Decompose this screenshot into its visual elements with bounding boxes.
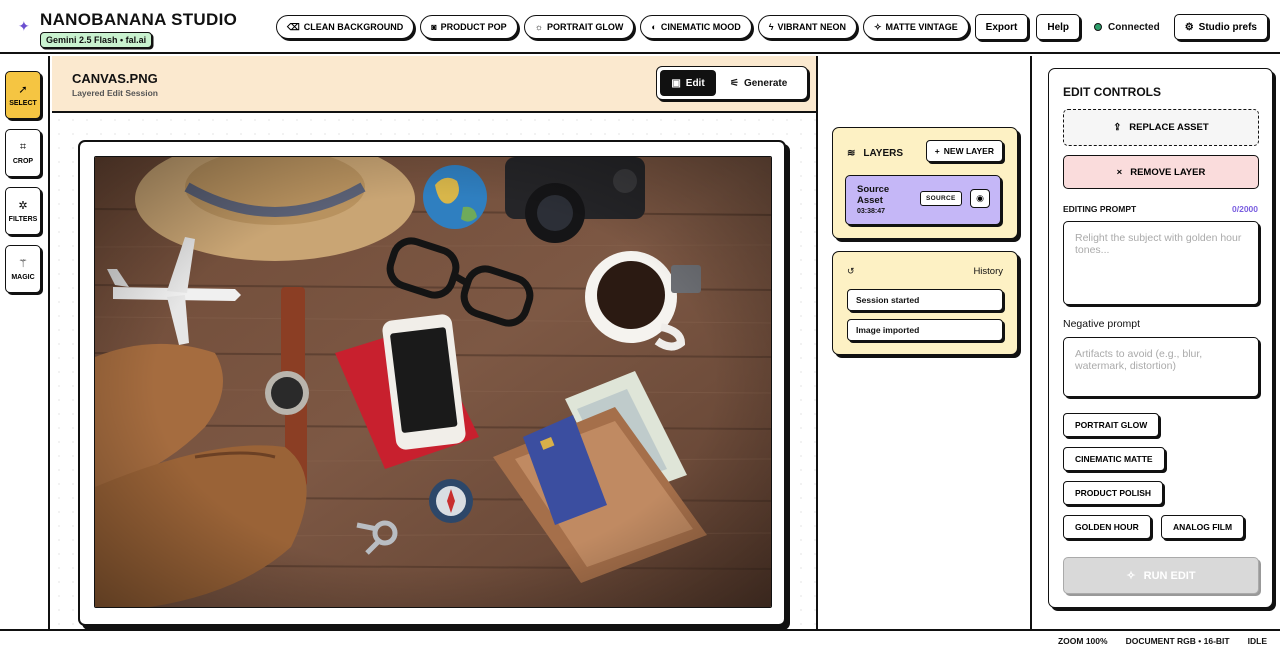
canvas-header: CANVAS.PNG Layered Edit Session ▣ Edit ⚟ G… xyxy=(52,56,816,113)
palette-icon: ◐ xyxy=(651,22,657,32)
editing-prompt-label: EDITING PROMPT xyxy=(1063,204,1137,214)
bolt-icon: ϟ xyxy=(768,22,774,32)
export-button[interactable]: Export xyxy=(974,14,1029,40)
preset-matte-vintage[interactable]: ✧ MATTE VINTAGE xyxy=(862,15,969,39)
sliders-icon: ⚙ xyxy=(1184,21,1194,33)
quick-preset-cinematic-matte[interactable]: CINEMATIC MATTE xyxy=(1063,447,1165,471)
prompt-char-count: 0/2000 xyxy=(1232,204,1258,214)
status-dot-icon xyxy=(1094,23,1103,31)
edit-controls-title: EDIT CONTROLS xyxy=(1063,85,1161,99)
canvas-image[interactable] xyxy=(94,156,772,608)
crop-icon: ⌗ xyxy=(19,141,27,153)
travel-flatlay-image xyxy=(95,157,771,607)
status-bar: ZOOM 100% DOCUMENT RGB • 16-BIT IDLE xyxy=(0,629,1280,651)
quick-preset-golden-hour[interactable]: GOLDEN HOUR xyxy=(1063,515,1151,539)
layers-panel: ≋ LAYERS + NEW LAYER Source Asset 03:38:4… xyxy=(832,127,1018,239)
tool-magic[interactable]: ⚚ MAGIC xyxy=(5,245,41,293)
layer-name: Source Asset xyxy=(857,184,890,206)
eraser-icon: ⌫ xyxy=(287,21,300,32)
model-badge: Gemini 2.5 Flash • fal.ai xyxy=(40,32,153,48)
mode-generate-button[interactable]: ⚟ Generate xyxy=(720,70,797,96)
app-state: IDLE xyxy=(1247,636,1267,646)
filters-icon: ✲ xyxy=(18,200,28,212)
brand: ✦ NANOBANANA STUDIO Gemini 2.5 Flash • f… xyxy=(18,10,237,48)
connection-status: Connected xyxy=(1094,22,1160,33)
sparkle-icon: ✦ xyxy=(18,18,30,34)
canvas-column: CANVAS.PNG Layered Edit Session ▣ Edit ⚟ G… xyxy=(52,56,816,629)
negative-prompt-label: Negative prompt xyxy=(1063,318,1141,330)
layers-icon: ≋ xyxy=(847,148,856,159)
negative-prompt-input[interactable]: Artifacts to avoid (e.g., blur, watermar… xyxy=(1063,337,1259,397)
file-title: CANVAS.PNG xyxy=(72,71,158,86)
wand-icon: ⚟ xyxy=(730,77,739,89)
layer-timestamp: 03:38:47 xyxy=(857,208,886,215)
history-icon: ↺ xyxy=(847,266,855,276)
tool-filters[interactable]: ✲ FILTERS xyxy=(5,187,41,235)
canvas-frame xyxy=(78,140,786,626)
preset-vibrant-neon[interactable]: ϟ VIBRANT NEON xyxy=(757,15,857,39)
studio-prefs-button[interactable]: ⚙ Studio prefs xyxy=(1173,14,1268,40)
new-layer-button[interactable]: + NEW LAYER xyxy=(925,140,1003,162)
remove-layer-button[interactable]: × REMOVE LAYER xyxy=(1063,155,1259,189)
editing-prompt-input[interactable]: Relight the subject with golden hour ton… xyxy=(1063,221,1259,305)
top-bar: ✦ NANOBANANA STUDIO Gemini 2.5 Flash • f… xyxy=(0,0,1280,54)
history-item[interactable]: Image imported xyxy=(847,319,1003,341)
sparkles-icon: ✧ xyxy=(1126,570,1136,582)
right-column: EDIT CONTROLS ⇪ REPLACE ASSET × REMOVE LAY… xyxy=(1034,56,1280,629)
replace-asset-button[interactable]: ⇪ REPLACE ASSET xyxy=(1063,109,1259,146)
close-icon: × xyxy=(1116,166,1123,178)
quick-preset-portrait-glow[interactable]: PORTRAIT GLOW xyxy=(1063,413,1160,437)
preset-portrait-glow[interactable]: ☼ PORTRAIT GLOW xyxy=(523,15,635,39)
document-mode: DOCUMENT RGB • 16-BIT xyxy=(1125,636,1230,646)
image-icon: ▣ xyxy=(671,77,681,89)
sparkles-icon: ✧ xyxy=(873,21,882,32)
upload-icon: ⇪ xyxy=(1113,122,1122,133)
preset-product-pop[interactable]: ◙ PRODUCT POP xyxy=(420,15,518,39)
history-item[interactable]: Session started xyxy=(847,289,1003,311)
zoom-level: ZOOM 100% xyxy=(1057,636,1108,646)
layer-item[interactable]: Source Asset 03:38:47 SOURCE ◉ xyxy=(845,175,1001,225)
tool-select[interactable]: ➚ SELECT xyxy=(5,71,41,119)
tool-rail: ➚ SELECT ⌗ CROP ✲ FILTERS ⚚ MAGIC xyxy=(0,56,50,629)
mode-edit-button[interactable]: ▣ Edit xyxy=(660,70,716,96)
history-panel: ↺ History Session started Image imported xyxy=(832,251,1018,355)
cursor-icon: ➚ xyxy=(18,84,28,96)
quick-preset-analog-film[interactable]: ANALOG FILM xyxy=(1161,515,1245,539)
file-subtitle: Layered Edit Session xyxy=(72,88,158,98)
tool-crop[interactable]: ⌗ CROP xyxy=(5,129,41,177)
plus-icon: + xyxy=(934,146,940,156)
layers-column: ≋ LAYERS + NEW LAYER Source Asset 03:38:4… xyxy=(816,56,1032,629)
canvas-area[interactable] xyxy=(52,113,816,629)
app-title: NANOBANANA STUDIO xyxy=(40,10,238,29)
help-button[interactable]: Help xyxy=(1036,14,1081,40)
preset-chips: ⌫ CLEAN BACKGROUND ◙ PRODUCT POP ☼ PORTRAIT… xyxy=(276,15,969,39)
top-actions: Export Help Connected ⚙ Studio prefs xyxy=(974,14,1268,40)
magic-wand-icon: ⚚ xyxy=(18,258,28,270)
quick-preset-product-polish[interactable]: PRODUCT POLISH xyxy=(1063,481,1164,505)
eye-icon[interactable]: ◉ xyxy=(970,189,990,208)
layers-title: LAYERS xyxy=(863,148,904,159)
history-title: History xyxy=(973,266,1003,277)
sun-icon: ☼ xyxy=(534,22,543,32)
edit-controls-panel: EDIT CONTROLS ⇪ REPLACE ASSET × REMOVE LAY… xyxy=(1048,68,1273,608)
layer-source-tag: SOURCE xyxy=(920,191,962,206)
preset-cinematic-mood[interactable]: ◐ CINEMATIC MOOD xyxy=(640,15,752,39)
camera-icon: ◙ xyxy=(431,22,437,32)
preset-clean-background[interactable]: ⌫ CLEAN BACKGROUND xyxy=(276,15,415,39)
run-edit-button[interactable]: ✧ RUN EDIT xyxy=(1063,557,1259,594)
mode-toggle: ▣ Edit ⚟ Generate xyxy=(656,66,808,100)
